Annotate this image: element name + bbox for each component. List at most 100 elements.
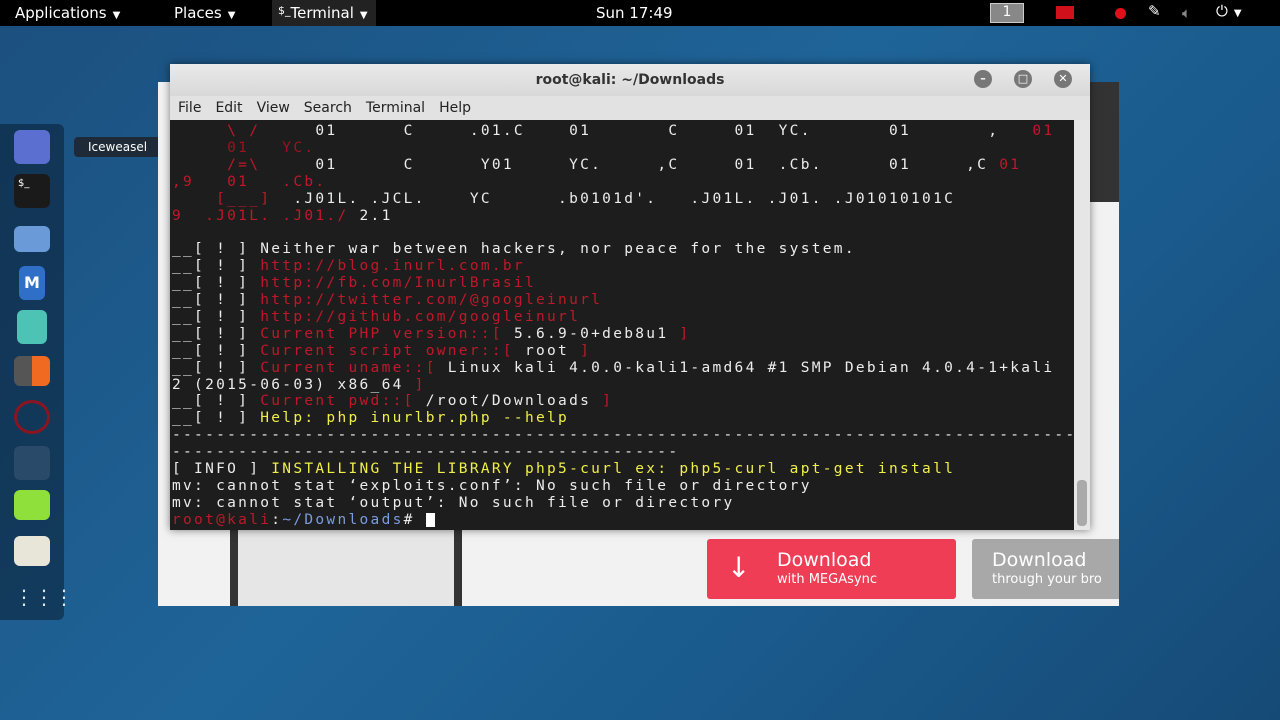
terminal-text: __[ ! ] xyxy=(172,325,261,342)
applications-menu[interactable]: Applications ▼ xyxy=(15,4,120,22)
iceweasel-icon[interactable] xyxy=(14,130,50,164)
text-cursor xyxy=(425,512,435,527)
terminal-line: __[ ! ] Current pwd::[ /root/Downloads ] xyxy=(172,393,613,410)
recorder-icon[interactable] xyxy=(1056,6,1074,19)
terminal-app-menu[interactable]: $_Terminal ▼ xyxy=(272,0,376,26)
window-title: root@kali: ~/Downloads xyxy=(535,72,725,88)
terminal-text: __[ ! ] xyxy=(172,342,261,359)
terminal-line: ,9 01 .Cb. xyxy=(172,174,326,191)
minimize-icon[interactable]: – xyxy=(974,70,992,88)
maximize-icon[interactable]: □ xyxy=(1014,70,1032,88)
places-label: Places xyxy=(174,4,222,22)
terminal-text: Help: php inurlbr.php --help xyxy=(260,410,570,427)
terminal-text: 01 YC. xyxy=(172,139,316,156)
download-title: Download xyxy=(777,549,872,571)
burpsuite-icon[interactable] xyxy=(14,356,50,386)
files-icon[interactable] xyxy=(14,226,50,252)
terminal-text: http://blog.inurl.com.br xyxy=(260,258,525,275)
terminal-text: __[ ! ] xyxy=(172,258,261,275)
menu-file[interactable]: File xyxy=(178,100,201,116)
window-titlebar[interactable]: root@kali: ~/Downloads – □ ✕ xyxy=(170,64,1090,96)
pen-icon[interactable]: ✎ xyxy=(1148,2,1161,20)
terminal-text: 01 C .01.C 01 C 01 YC. 01 , xyxy=(260,123,1033,139)
terminal-text: # xyxy=(403,511,426,528)
terminal-line: __[ ! ] http://twitter.com/@googleinurl xyxy=(172,292,602,309)
terminal-text: /root/Downloads xyxy=(425,393,592,410)
download-subtitle: with MEGAsync xyxy=(777,572,877,587)
terminal-line: [ INFO ] INSTALLING THE LIBRARY php5-cur… xyxy=(172,461,955,478)
power-icon[interactable]: ⏻ ▼ xyxy=(1216,2,1242,20)
terminal-text: http://fb.com/InurlBrasil xyxy=(260,275,536,292)
download-subtitle: through your bro xyxy=(992,572,1102,587)
terminal-text: Current PHP version::[ xyxy=(260,325,514,342)
record-icon[interactable] xyxy=(1115,8,1126,19)
download-megasync-button[interactable]: ↓ Download with MEGAsync xyxy=(707,539,956,599)
download-title: Download xyxy=(992,549,1087,571)
terminal-text: 01 xyxy=(999,156,1022,173)
menu-search[interactable]: Search xyxy=(304,100,352,116)
terminal-text: 5.6.9-0+deb8u1 xyxy=(513,325,669,342)
terminal-icon: $_ xyxy=(278,4,291,17)
terminal-text: __[ ! ] xyxy=(172,292,261,308)
terminal-text: : xyxy=(271,511,283,528)
terminal-line: __[ ! ] Current script owner::[ root ] xyxy=(172,343,591,360)
terminal-line: /=\ 01 C Y01 YC. ,C 01 .Cb. 01 ,C 01 xyxy=(172,157,1021,174)
dock: $_ M ⋮⋮⋮ xyxy=(0,124,74,620)
terminal-line: __[ ! ] Neither war between hackers, nor… xyxy=(172,241,856,258)
menu-help[interactable]: Help xyxy=(439,100,471,116)
terminal-text: ] xyxy=(591,393,614,410)
terminal-text: ----------------------------------------… xyxy=(172,427,1074,444)
terminal-text: http://twitter.com/@googleinurl xyxy=(260,292,603,308)
terminal-line: 9 .J01L. .J01./ 2.1 xyxy=(172,208,393,225)
terminal-text: root@kali xyxy=(172,511,272,528)
settings-icon[interactable] xyxy=(14,536,50,566)
chevron-down-icon: ▼ xyxy=(227,10,236,21)
scrollbar-thumb[interactable] xyxy=(1077,480,1087,526)
terminal-line: mv: cannot stat ‘exploits.conf’: No such… xyxy=(172,478,812,495)
terminal-text: __[ ! ] xyxy=(172,359,261,376)
applications-label: Applications xyxy=(15,4,107,22)
clock[interactable]: Sun 17:49 xyxy=(596,4,673,22)
terminal-line: \ / 01 C .01.C 01 C 01 YC. 01 , 01 xyxy=(172,123,1054,140)
terminal-text: ] xyxy=(403,376,426,393)
volume-icon[interactable]: 🔈︎ xyxy=(1182,4,1191,22)
terminal-text: mv: cannot stat ‘output’: No such file o… xyxy=(172,494,735,511)
workspace-indicator[interactable]: 1 xyxy=(990,3,1024,23)
menu-view[interactable]: View xyxy=(257,100,290,116)
terminal-line: __[ ! ] http://fb.com/InurlBrasil xyxy=(172,275,536,292)
terminal-icon[interactable]: $_ xyxy=(14,174,50,208)
terminal-text: ,9 01 .Cb. xyxy=(172,173,327,190)
show-apps-icon[interactable]: ⋮⋮⋮ xyxy=(14,582,74,616)
terminal-line: __[ ! ] Current uname::[ Linux kali 4.0.… xyxy=(172,360,1054,377)
menu-edit[interactable]: Edit xyxy=(215,100,242,116)
maltego-icon[interactable] xyxy=(14,446,50,480)
terminal-text: __[ ! ] xyxy=(172,410,261,427)
terminal-text: Linux kali 4.0.0-kali1-amd64 #1 SMP Debi… xyxy=(447,359,1055,376)
places-menu[interactable]: Places ▼ xyxy=(174,4,235,22)
terminal-text: [___] xyxy=(172,190,272,207)
terminal-text: __[ ! ] xyxy=(172,393,261,410)
download-browser-button[interactable]: Download through your bro xyxy=(972,539,1119,599)
terminal-line: __[ ! ] Help: php inurlbr.php --help xyxy=(172,410,569,427)
terminal-app-label: Terminal xyxy=(290,4,354,22)
metasploit-icon[interactable]: M xyxy=(19,266,45,300)
terminal-text: INSTALLING THE LIBRARY php5-curl ex: php… xyxy=(271,461,956,477)
terminal-text: Current pwd::[ xyxy=(260,393,426,410)
terminal-text: .J01L. .JCL. YC .b0101d'. .J01L. .J01. .… xyxy=(271,190,956,207)
leafpad-icon[interactable] xyxy=(14,490,50,520)
terminal-line: __[ ! ] Current PHP version::[ 5.6.9-0+d… xyxy=(172,326,690,343)
terminal-text: ~/Downloads xyxy=(282,511,404,528)
armitage-icon[interactable] xyxy=(17,310,47,344)
terminal-text: \ / xyxy=(172,123,261,139)
scrollbar[interactable] xyxy=(1074,120,1090,530)
terminal-text: [ INFO ] xyxy=(172,461,272,477)
close-icon[interactable]: ✕ xyxy=(1054,70,1072,88)
faraday-icon[interactable] xyxy=(14,400,50,434)
terminal-output[interactable]: \ / 01 C .01.C 01 C 01 YC. 01 , 01 01 YC… xyxy=(170,120,1074,530)
terminal-window[interactable]: root@kali: ~/Downloads – □ ✕ File Edit Vie… xyxy=(170,64,1090,530)
menu-terminal[interactable]: Terminal xyxy=(366,100,425,116)
terminal-line: ----------------------------------------… xyxy=(172,427,1074,444)
terminal-line: 01 YC. xyxy=(172,140,315,157)
chevron-down-icon: ▼ xyxy=(112,10,121,21)
terminal-text: /=\ xyxy=(172,156,261,173)
